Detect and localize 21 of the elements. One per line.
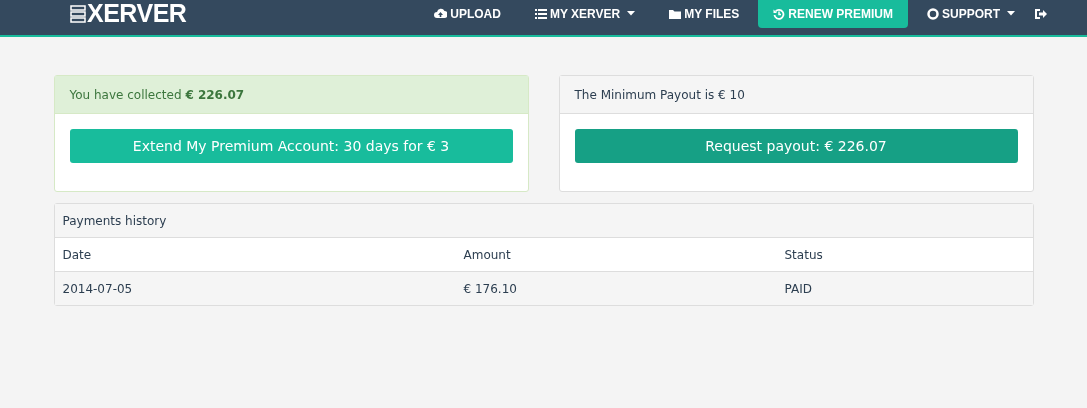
history-icon — [773, 7, 786, 20]
nav-link[interactable]: MY XERVER — [519, 0, 651, 28]
column-header: Amount — [463, 247, 512, 262]
table-cell-text: PAID — [784, 281, 813, 296]
lifebuoy-icon — [927, 7, 939, 20]
nav-link[interactable]: SUPPORT — [912, 0, 1030, 28]
table-cell-text: 2014-07-05 — [62, 281, 134, 296]
sign-out-icon[interactable] — [1034, 7, 1047, 20]
column-header: Date — [62, 247, 93, 262]
folder-icon — [669, 8, 682, 19]
server-stack-icon — [70, 4, 86, 23]
cloud-upload-icon — [434, 8, 448, 19]
column-header: Status — [784, 247, 824, 262]
collected-amount: You have collected € 226.07 — [69, 87, 245, 102]
list-icon — [534, 8, 547, 19]
nav-link[interactable]: MY FILES — [654, 0, 755, 28]
minimum-payout-text: The Minimum Payout is € 10 — [574, 87, 745, 102]
site-logo[interactable]: XERVER — [87, 0, 187, 28]
nav-link[interactable]: UPLOAD — [419, 0, 516, 28]
table-cell-text: € 176.10 — [463, 281, 518, 296]
panel-title: Payments history — [62, 213, 167, 228]
